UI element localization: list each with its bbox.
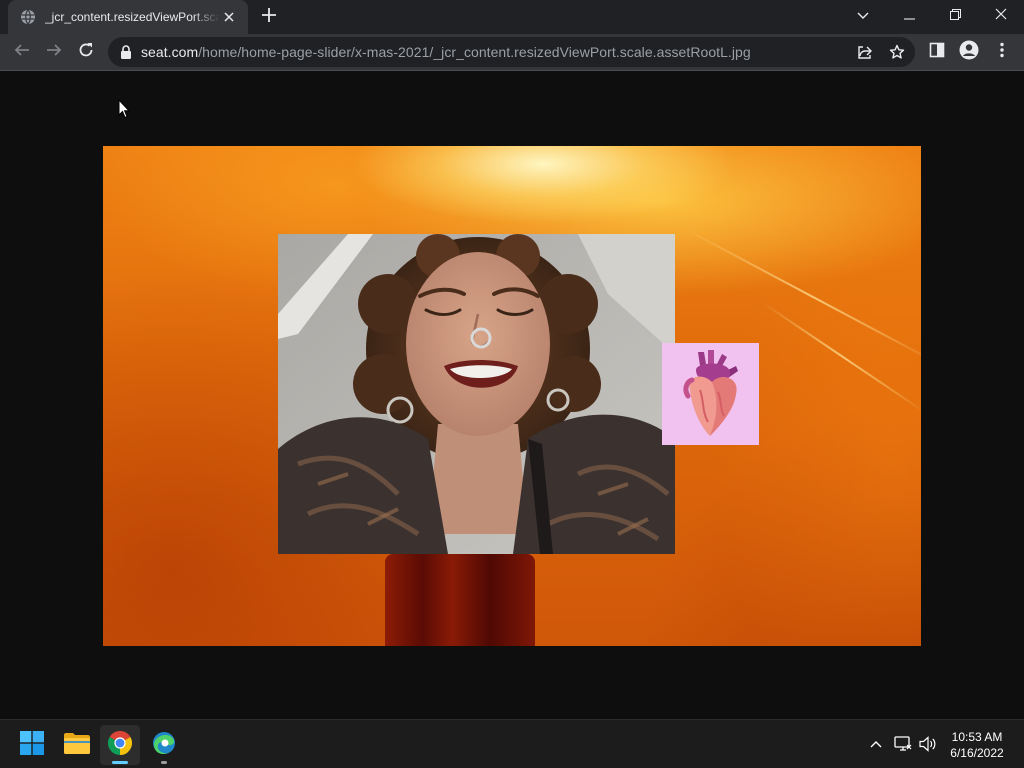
system-clock[interactable]: 10:53 AM 6/16/2022 — [934, 729, 1020, 761]
url-path: /home/home-page-slider/x-mas-2021/_jcr_c… — [198, 44, 751, 60]
globe-icon — [20, 9, 36, 25]
heart-icon — [682, 350, 738, 436]
profile-icon — [959, 40, 979, 65]
clock-date: 6/16/2022 — [950, 746, 1004, 760]
minimize-icon — [903, 7, 915, 25]
chrome-icon — [107, 730, 133, 760]
network-icon[interactable] — [893, 734, 913, 754]
taskbar: 10:53 AM 6/16/2022 — [0, 719, 1024, 768]
active-indicator — [112, 761, 128, 764]
profile-button[interactable] — [954, 37, 984, 67]
woman-photo — [278, 234, 675, 554]
start-button[interactable] — [12, 725, 52, 765]
forward-button[interactable] — [39, 37, 69, 67]
url-host: seat.com — [141, 44, 199, 60]
folder-icon — [64, 732, 90, 759]
arrow-left-icon — [14, 42, 30, 63]
new-tab-button[interactable] — [259, 7, 279, 27]
reload-button[interactable] — [71, 37, 101, 67]
minimize-button[interactable] — [886, 0, 932, 32]
browser-tab[interactable]: _jcr_content.resizedViewPort.scale.asset… — [8, 0, 248, 34]
mouse-cursor-icon — [118, 98, 131, 124]
side-panel-button[interactable] — [922, 37, 952, 67]
chevron-up-icon[interactable] — [866, 734, 886, 754]
edge-icon — [152, 731, 176, 760]
light-streak — [759, 300, 921, 414]
file-explorer-button[interactable] — [57, 725, 97, 765]
edge-taskbar-button[interactable] — [144, 725, 184, 765]
tab-strip: _jcr_content.resizedViewPort.scale.asset… — [0, 0, 1024, 34]
arrow-right-icon — [46, 42, 62, 63]
side-panel-icon — [929, 42, 945, 63]
chevron-down-icon — [857, 7, 869, 25]
restore-button[interactable] — [932, 0, 978, 32]
restore-icon — [949, 7, 961, 25]
close-icon — [995, 7, 1007, 25]
close-icon[interactable] — [220, 8, 238, 26]
red-scarf — [385, 554, 535, 646]
menu-button[interactable] — [987, 37, 1017, 67]
close-window-button[interactable] — [978, 0, 1024, 32]
clock-time: 10:53 AM — [951, 730, 1003, 744]
running-indicator — [161, 761, 167, 764]
lock-icon[interactable] — [120, 45, 132, 59]
anatomical-heart-sticker — [662, 343, 759, 445]
plus-icon — [262, 7, 276, 27]
back-button[interactable] — [7, 37, 37, 67]
address-bar[interactable]: seat.com/home/home-page-slider/x-mas-202… — [108, 37, 915, 67]
reload-icon — [78, 42, 94, 63]
url-text[interactable]: seat.com/home/home-page-slider/x-mas-202… — [141, 44, 751, 60]
chrome-taskbar-button[interactable] — [100, 725, 140, 765]
windows-logo-icon — [20, 730, 44, 760]
star-icon[interactable] — [886, 41, 908, 63]
kebab-menu-icon — [1000, 42, 1004, 63]
tab-title: _jcr_content.resizedViewPort.scale.asset… — [45, 10, 220, 24]
share-icon[interactable] — [854, 41, 876, 63]
browser-toolbar: seat.com/home/home-page-slider/x-mas-202… — [0, 34, 1024, 70]
tab-search-button[interactable] — [840, 0, 886, 32]
